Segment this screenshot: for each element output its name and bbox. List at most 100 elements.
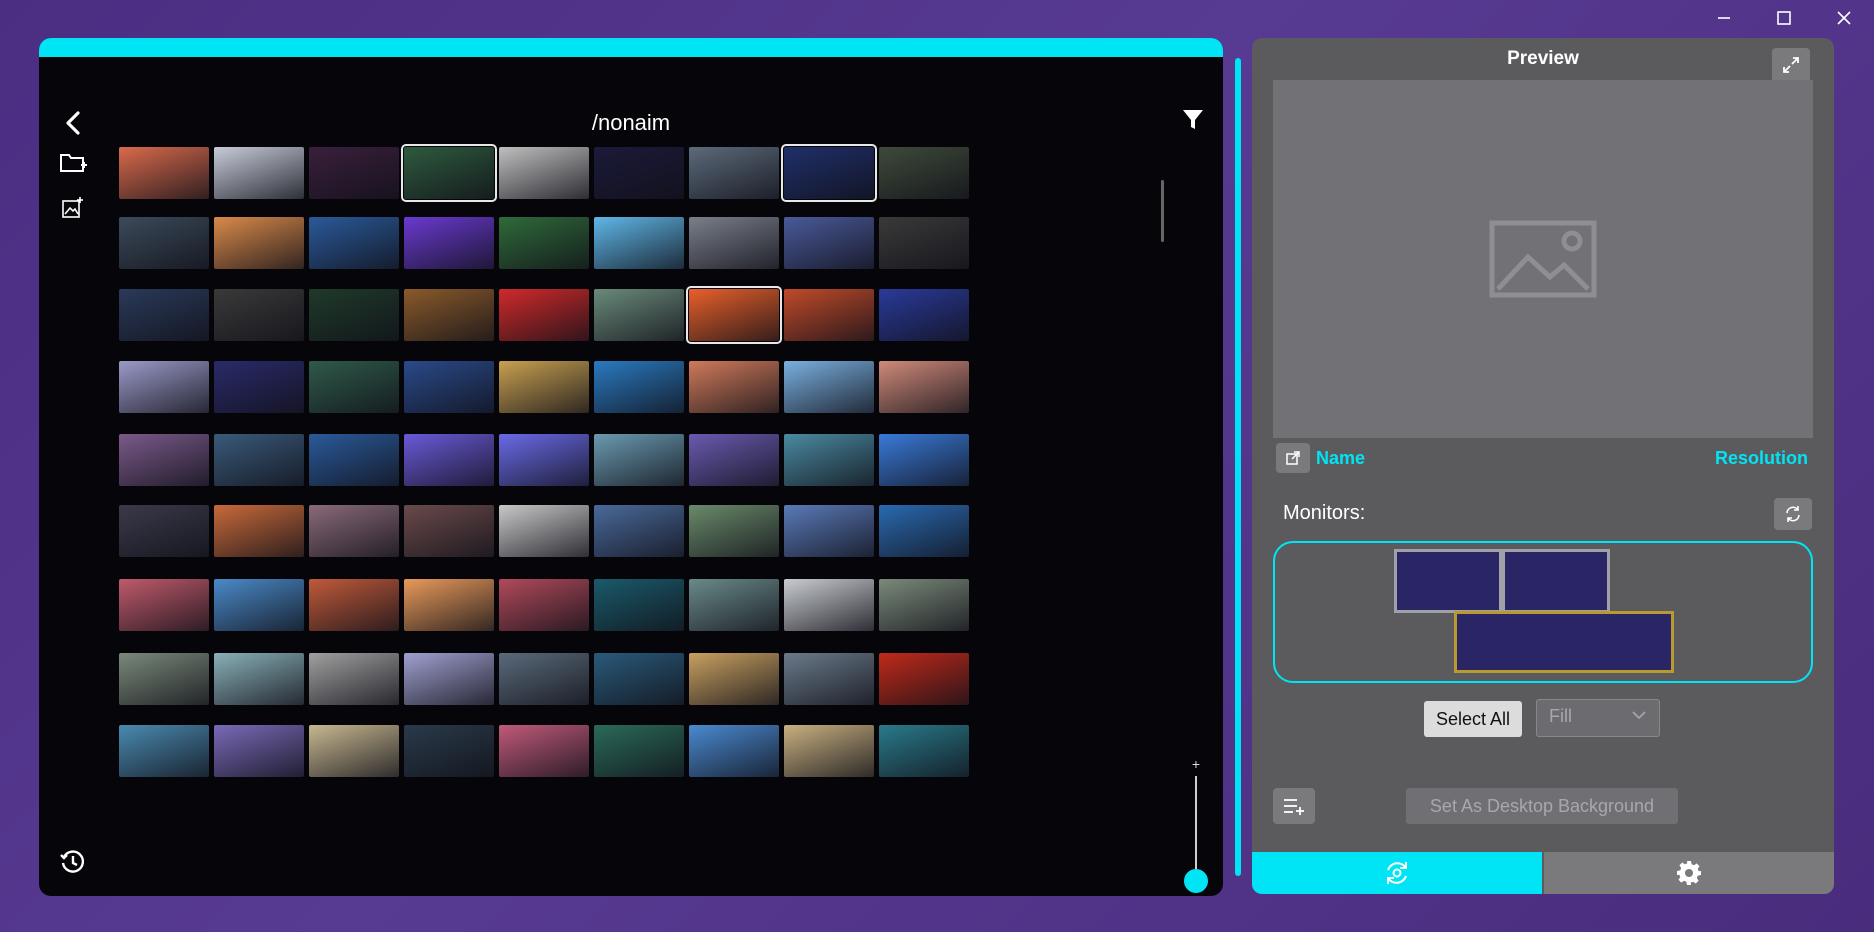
- filter-icon[interactable]: [1175, 102, 1211, 138]
- thumbnail-image: [689, 147, 779, 199]
- thumbnail-image: [214, 725, 304, 777]
- thumbnail-image: [309, 147, 399, 199]
- monitor-layout: [1273, 541, 1813, 683]
- chevron-down-icon: [1632, 711, 1646, 720]
- thumbnail-image: [879, 505, 969, 557]
- image-resolution-label: Resolution: [1715, 448, 1808, 468]
- thumbnail-image: [309, 725, 399, 777]
- history-icon[interactable]: [55, 844, 91, 880]
- thumbnail-image: [404, 361, 494, 413]
- monitor-3[interactable]: [1454, 611, 1674, 673]
- thumbnail-cell[interactable]: [867, 490, 981, 572]
- thumbnail-cell[interactable]: [867, 202, 981, 284]
- thumbnail-image: [879, 147, 969, 199]
- thumbnail-image: [119, 653, 209, 705]
- maximize-icon[interactable]: [1754, 0, 1814, 36]
- thumbnail-image: [119, 434, 209, 486]
- thumbnail-image: [404, 434, 494, 486]
- thumbnail-image: [309, 579, 399, 631]
- wallpaper-sync-icon: [1387, 862, 1407, 884]
- thumbnail-image: [594, 579, 684, 631]
- thumbnail-image: [784, 289, 874, 341]
- thumbnail-image: [119, 361, 209, 413]
- panel-splitter[interactable]: [1235, 58, 1241, 876]
- folder-add-icon[interactable]: [55, 145, 91, 181]
- image-name-label: Name: [1316, 448, 1366, 468]
- thumbnail-image: [309, 434, 399, 486]
- tab-wallpaper[interactable]: [1252, 852, 1542, 894]
- zoom-slider-handle[interactable]: [1184, 869, 1208, 893]
- thumbnail-image: [784, 505, 874, 557]
- preview-image-area: [1273, 80, 1813, 438]
- grid-scrollbar[interactable]: [1161, 180, 1164, 242]
- settings-gear-icon: [1677, 861, 1701, 885]
- thumbnail-image: [214, 434, 304, 486]
- image-add-icon[interactable]: [55, 190, 91, 226]
- thumbnail-image: [119, 217, 209, 269]
- preview-title: Preview: [1507, 48, 1579, 69]
- minimize-icon[interactable]: [1694, 0, 1754, 36]
- thumbnail-image: [879, 434, 969, 486]
- thumbnail-image: [594, 434, 684, 486]
- select-all-button[interactable]: Select All: [1424, 701, 1522, 737]
- image-browser-panel: /nonaim + -: [39, 38, 1223, 896]
- queue-add-icon[interactable]: [1273, 788, 1315, 824]
- thumbnail-cell[interactable]: [867, 564, 981, 646]
- fill-mode-dropdown[interactable]: Fill: [1536, 699, 1660, 737]
- thumbnail-image: [119, 289, 209, 341]
- fill-mode-value: Fill: [1549, 706, 1572, 726]
- thumbnail-image: [214, 505, 304, 557]
- thumbnail-image: [594, 217, 684, 269]
- thumbnail-image: [214, 361, 304, 413]
- thumbnail-cell[interactable]: [867, 710, 981, 792]
- zoom-slider[interactable]: [1195, 776, 1197, 880]
- thumbnail-cell[interactable]: [867, 274, 981, 356]
- zoom-plus-label: +: [1191, 756, 1201, 772]
- set-desktop-background-button[interactable]: Set As Desktop Background: [1406, 788, 1678, 824]
- thumbnail-image: [214, 289, 304, 341]
- thumbnail-cell[interactable]: [867, 638, 981, 720]
- thumbnail-image: [309, 653, 399, 705]
- thumbnail-image: [214, 147, 304, 199]
- thumbnail-image: [499, 147, 589, 199]
- thumbnail-image: [594, 289, 684, 341]
- thumbnail-image: [214, 579, 304, 631]
- thumbnail-image: [404, 579, 494, 631]
- preview-panel: Preview Name Resolution Monitors: Select…: [1252, 38, 1834, 894]
- thumbnail-image: [499, 653, 589, 705]
- thumbnail-image: [784, 653, 874, 705]
- thumbnail-cell[interactable]: [867, 346, 981, 428]
- tab-settings[interactable]: [1542, 852, 1834, 894]
- thumbnail-image: [499, 434, 589, 486]
- thumbnail-cell[interactable]: [867, 419, 981, 501]
- thumbnail-image: [689, 579, 779, 631]
- image-placeholder-icon: [1489, 220, 1597, 298]
- thumbnail-image: [879, 217, 969, 269]
- monitor-1[interactable]: [1394, 549, 1502, 613]
- thumbnail-image: [784, 217, 874, 269]
- thumbnail-image: [499, 579, 589, 631]
- thumbnail-image: [689, 434, 779, 486]
- thumbnail-image: [689, 217, 779, 269]
- thumbnail-image: [404, 653, 494, 705]
- close-icon[interactable]: [1814, 0, 1874, 36]
- thumbnail-image: [401, 144, 497, 202]
- thumbnail-image: [879, 361, 969, 413]
- thumbnail-image: [594, 505, 684, 557]
- thumbnail-image: [686, 286, 782, 344]
- refresh-icon[interactable]: [1774, 498, 1812, 530]
- thumbnail-image: [781, 144, 877, 202]
- thumbnail-image: [309, 217, 399, 269]
- thumbnail-grid: [107, 132, 1172, 896]
- thumbnail-image: [594, 725, 684, 777]
- thumbnail-image: [879, 725, 969, 777]
- thumbnail-image: [594, 361, 684, 413]
- thumbnail-image: [119, 579, 209, 631]
- window-controls: [1694, 0, 1874, 36]
- thumbnail-image: [784, 361, 874, 413]
- external-link-icon[interactable]: [1276, 443, 1310, 473]
- thumbnail-image: [119, 147, 209, 199]
- thumbnail-image: [879, 579, 969, 631]
- expand-icon[interactable]: [1772, 48, 1810, 82]
- monitor-2[interactable]: [1502, 549, 1610, 613]
